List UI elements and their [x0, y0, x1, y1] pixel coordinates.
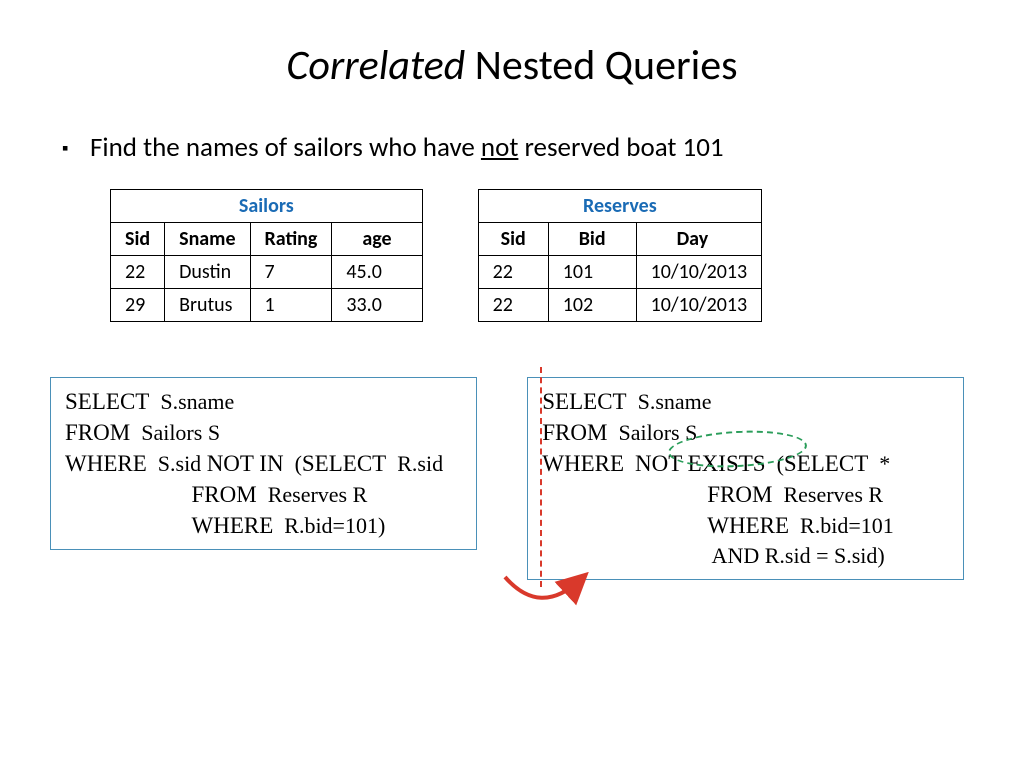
reserves-table: Reserves Sid Bid Day 22 101 10/10/2013 2… [478, 189, 763, 322]
tables-row: Sailors Sid Sname Rating age 22 Dustin 7… [110, 189, 964, 322]
query-box-notin: SELECT S.sname FROM Sailors S WHERE S.si… [50, 377, 477, 550]
table-header-row: Sid Bid Day [478, 223, 762, 256]
underlined-not: not [481, 131, 518, 164]
queries-row: SELECT S.sname FROM Sailors S WHERE S.si… [50, 377, 964, 580]
title-italic: Correlated [286, 40, 465, 91]
table-row: 22 102 10/10/2013 [478, 289, 762, 322]
table-row: 22 Dustin 7 45.0 [111, 256, 423, 289]
table-row: 22 101 10/10/2013 [478, 256, 762, 289]
sailors-table: Sailors Sid Sname Rating age 22 Dustin 7… [110, 189, 423, 322]
table-row: 29 Brutus 1 33.0 [111, 289, 423, 322]
vertical-divider [540, 367, 542, 587]
title-rest: Nested Queries [465, 40, 737, 91]
query-box-notexists: SELECT S.sname FROM Sailors S WHERE NOT … [527, 377, 964, 580]
sailors-title: Sailors [111, 190, 423, 223]
table-header-row: Sid Sname Rating age [111, 223, 423, 256]
slide-title: Correlated Nested Queries [60, 40, 964, 91]
curved-arrow-icon [480, 572, 610, 622]
reserves-title: Reserves [478, 190, 762, 223]
bullet-text: Find the names of sailors who have not r… [90, 131, 964, 164]
